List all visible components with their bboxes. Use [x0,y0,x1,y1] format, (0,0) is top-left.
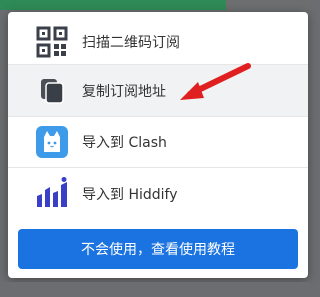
menu-item-import-hiddify[interactable]: 导入到 Hiddify [8,168,308,219]
hiddify-icon [34,176,70,212]
subscribe-menu: 扫描二维码订阅 复制订阅地址 导入到 Clash 导入到 Hiddify 不会使… [8,12,308,278]
backdrop-overlay [226,0,310,10]
menu-item-label: 复制订阅地址 [82,83,166,100]
menu-item-label: 导入到 Clash [82,134,167,151]
clash-cat-icon [34,124,70,160]
menu-item-label: 导入到 Hiddify [82,186,178,203]
menu-item-label: 扫描二维码订阅 [82,34,180,51]
menu-item-scan-qr[interactable]: 扫描二维码订阅 [8,16,308,67]
copy-icon [34,73,70,109]
annotation-arrow-icon [180,63,251,100]
backdrop-overlay-bottom [0,282,310,297]
qr-code-icon [34,24,70,60]
background-header-strip [0,0,226,10]
menu-item-copy-url[interactable]: 复制订阅地址 [8,65,308,116]
help-tutorial-button[interactable]: 不会使用，查看使用教程 [18,229,298,269]
menu-item-import-clash[interactable]: 导入到 Clash [8,116,308,167]
